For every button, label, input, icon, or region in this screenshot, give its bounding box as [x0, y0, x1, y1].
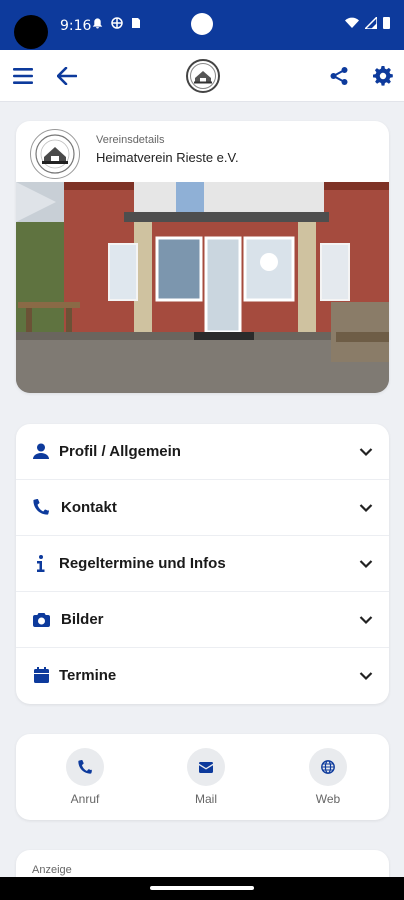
camera-icon — [32, 610, 50, 628]
club-logo-image — [190, 63, 216, 89]
bell-icon — [92, 18, 103, 29]
chevron-down-icon — [359, 500, 373, 518]
share-icon — [330, 67, 348, 85]
accordion-label: Regeltermine und Infos — [59, 555, 226, 572]
club-kicker: Vereinsdetails — [96, 134, 165, 146]
accordion-item-termine[interactable]: Termine — [16, 648, 389, 704]
menu-button[interactable] — [9, 62, 37, 90]
call-button[interactable]: Anruf — [45, 748, 125, 806]
chevron-down-icon — [359, 668, 373, 686]
accordion-item-regeltermine[interactable]: Regeltermine und Infos — [16, 536, 389, 592]
accordion-label: Kontakt — [61, 499, 117, 516]
mail-button[interactable]: Mail — [166, 748, 246, 806]
status-icons-left — [92, 17, 141, 29]
home-indicator[interactable] — [150, 886, 254, 890]
chevron-down-icon — [359, 612, 373, 630]
status-notch — [191, 13, 213, 35]
status-bar: 9:16 — [0, 0, 404, 50]
chevron-down-icon — [359, 556, 373, 574]
target-icon — [111, 17, 123, 29]
menu-icon — [13, 68, 33, 84]
settings-button[interactable] — [369, 62, 397, 90]
signal-icon — [365, 17, 377, 29]
system-nav-bar — [0, 877, 404, 900]
web-label: Web — [315, 792, 341, 806]
details-accordion: Profil / Allgemein Kontakt Regeltermine … — [16, 424, 389, 704]
gear-icon — [373, 66, 393, 86]
call-circle — [66, 748, 104, 786]
phone-icon — [32, 498, 50, 516]
club-logo-image — [35, 134, 75, 174]
phone-icon — [78, 760, 92, 774]
share-button[interactable] — [325, 62, 353, 90]
call-label: Anruf — [70, 792, 100, 806]
mail-label: Mail — [194, 792, 217, 806]
wifi-icon — [345, 17, 359, 28]
accordion-item-kontakt[interactable]: Kontakt — [16, 480, 389, 536]
club-header: Vereinsdetails Heimatverein Rieste e.V. — [16, 121, 389, 182]
calendar-icon — [32, 666, 50, 684]
camera-cutout — [14, 15, 48, 49]
club-logo[interactable] — [186, 59, 220, 93]
accordion-item-profil[interactable]: Profil / Allgemein — [16, 424, 389, 480]
club-avatar — [30, 129, 80, 179]
chevron-down-icon — [359, 444, 373, 462]
web-circle — [309, 748, 347, 786]
info-icon — [32, 554, 50, 572]
status-icons-right — [345, 17, 390, 29]
ad-label: Anzeige — [32, 864, 72, 876]
club-details-card: Vereinsdetails Heimatverein Rieste e.V. — [16, 121, 389, 393]
accordion-label: Profil / Allgemein — [59, 443, 181, 460]
accordion-label: Termine — [59, 667, 117, 684]
back-button[interactable] — [53, 62, 81, 90]
arrow-left-icon — [57, 67, 77, 85]
battery-icon — [383, 17, 390, 29]
accordion-item-bilder[interactable]: Bilder — [16, 592, 389, 648]
accordion-label: Bilder — [61, 611, 104, 628]
club-name: Heimatverein Rieste e.V. — [96, 150, 239, 165]
web-button[interactable]: Web — [288, 748, 368, 806]
mail-circle — [187, 748, 225, 786]
mail-icon — [199, 761, 213, 773]
contact-actions-card: Anruf Mail Web — [16, 734, 389, 820]
status-time: 9:16 — [60, 18, 92, 34]
globe-icon — [321, 760, 335, 774]
building-photo[interactable] — [16, 182, 389, 393]
sim-icon — [132, 18, 140, 28]
user-icon — [32, 442, 50, 460]
